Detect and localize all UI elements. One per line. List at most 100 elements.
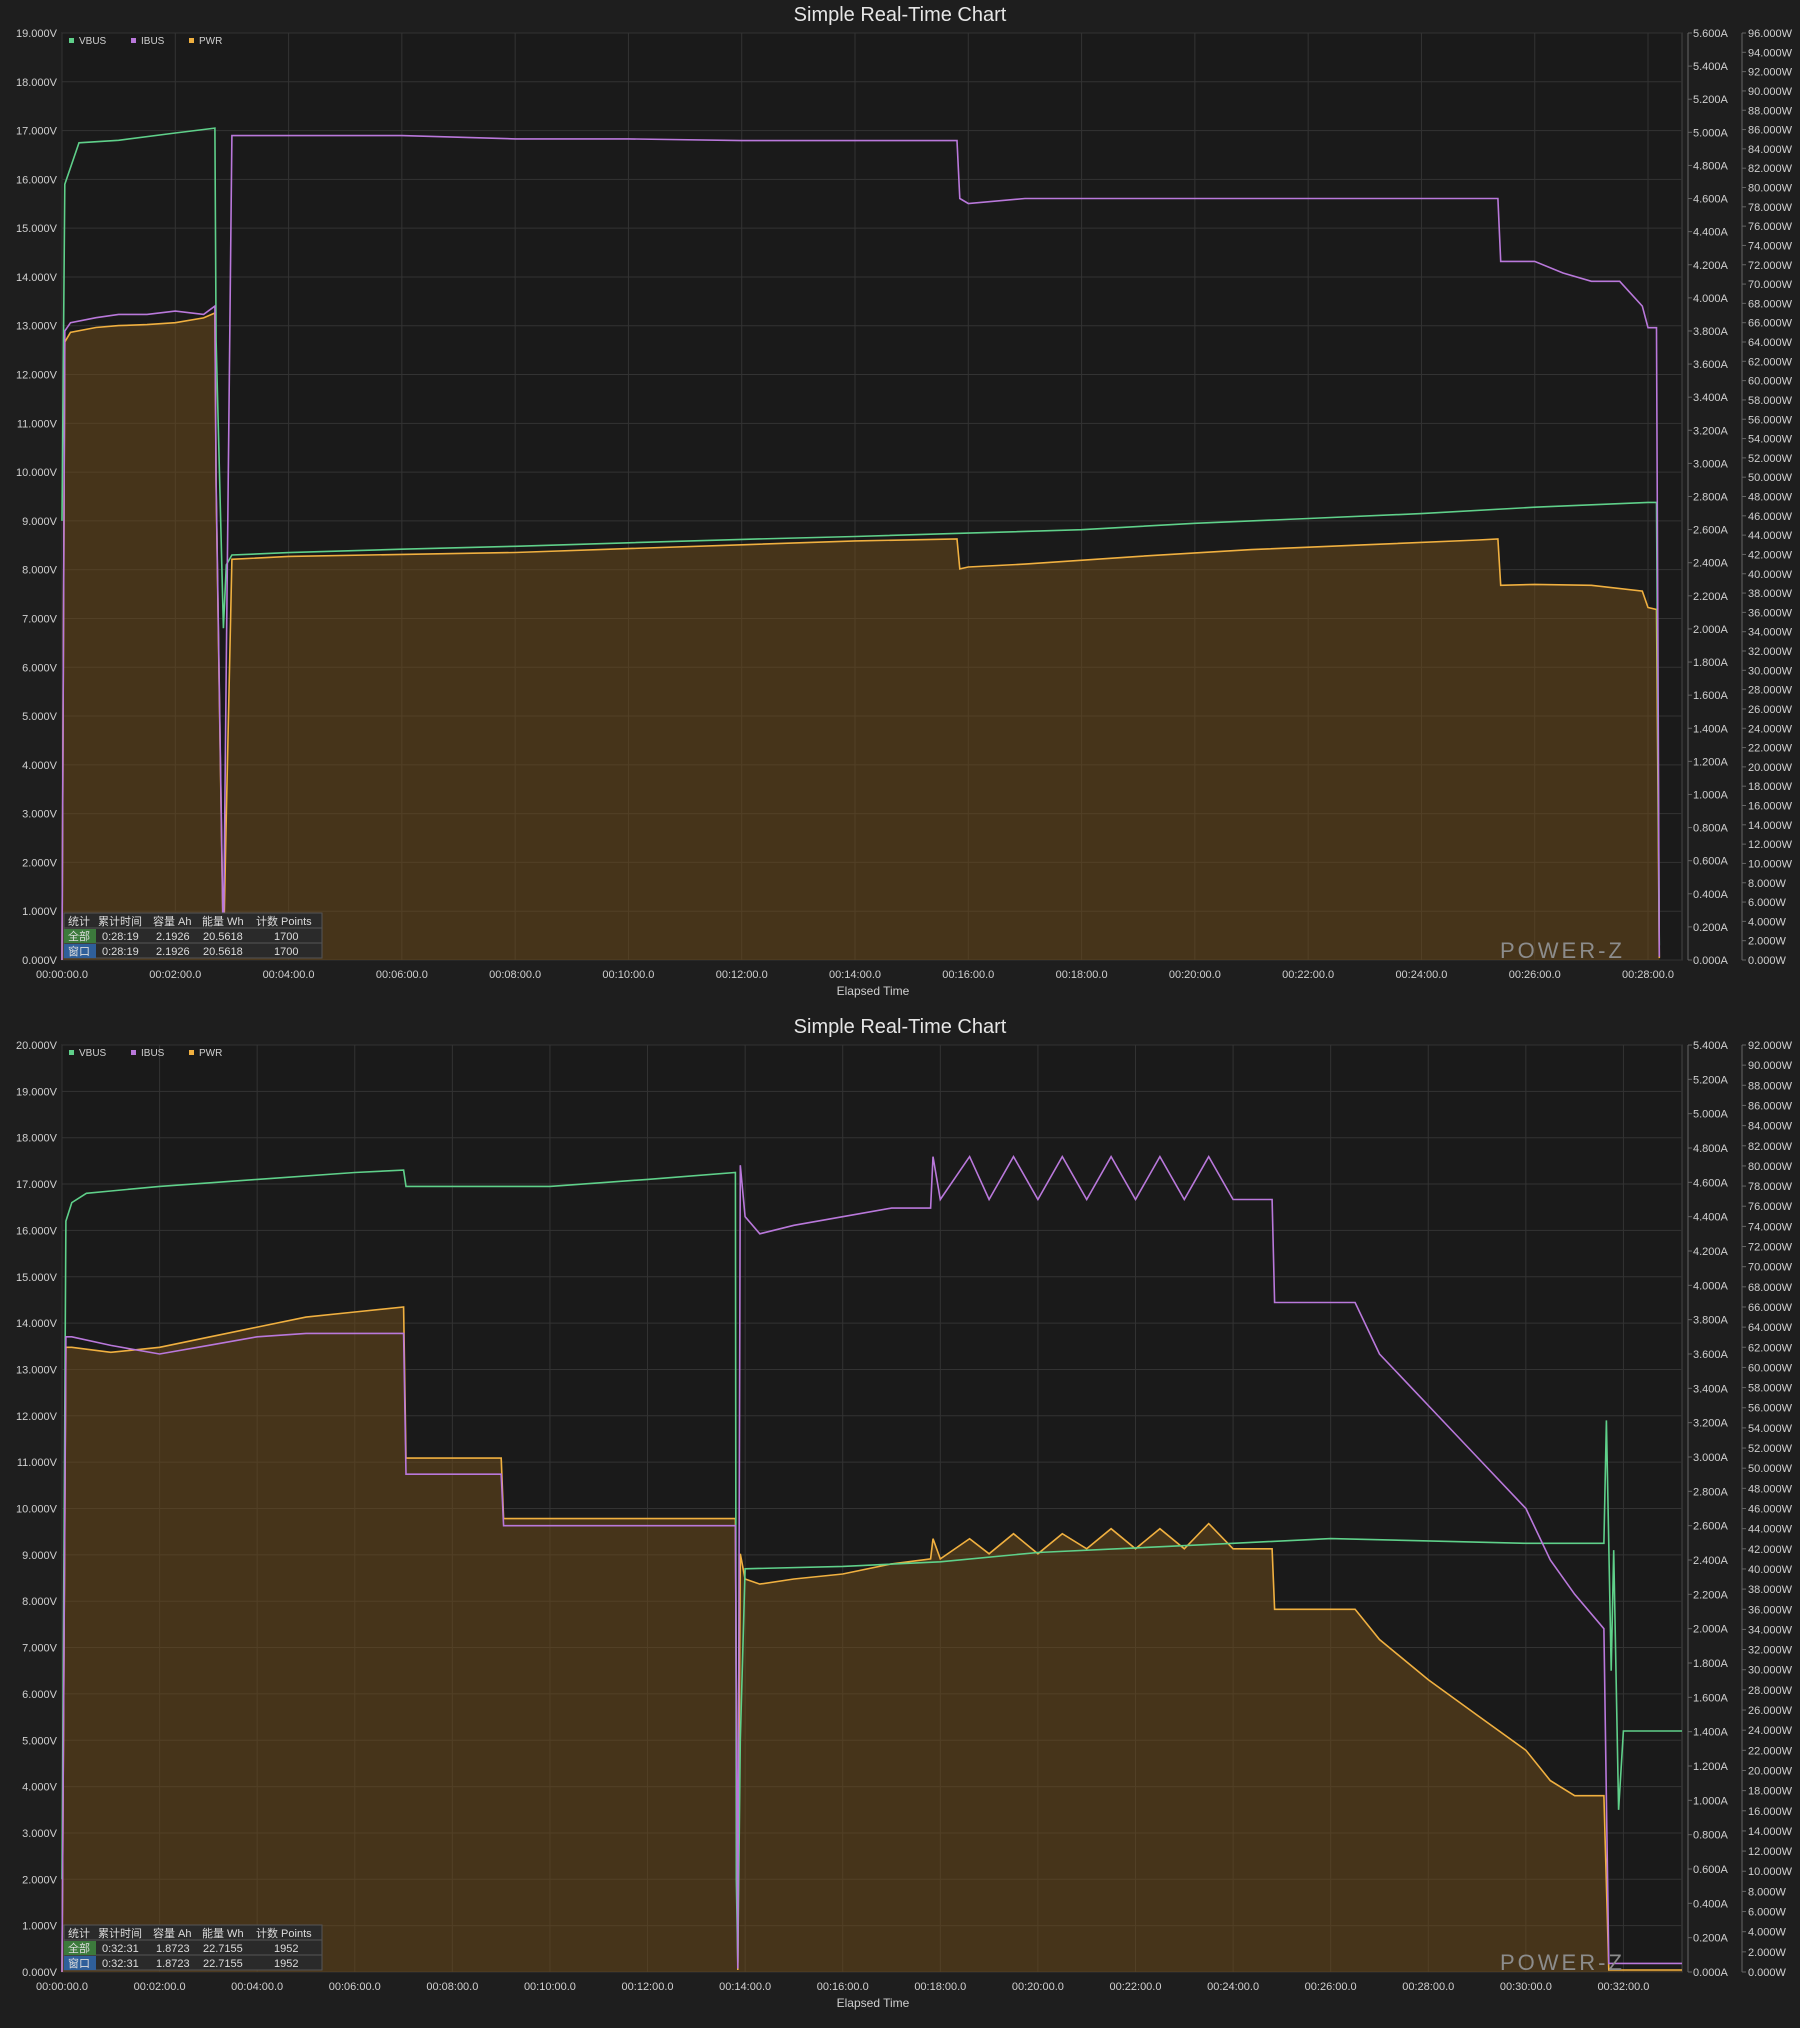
y-tick-label-voltage: 7.000V [22,1643,58,1655]
y-tick-label-power: 68.000W [1748,1282,1793,1294]
y-tick-label-power: 0.000W [1748,955,1787,967]
y-tick-label-current: 0.000A [1693,955,1729,967]
x-tick-label: 00:30:00.0 [1500,1981,1552,1993]
y-tick-label-current: 2.400A [1693,1555,1729,1567]
y-tick-label-power: 20.000W [1748,1765,1793,1777]
y-tick-label-voltage: 2.000V [22,857,58,869]
y-tick-label-current: 0.200A [1693,922,1729,934]
y-tick-label-voltage: 11.000V [17,1457,58,1469]
y-tick-label-voltage: 18.000V [16,77,58,89]
x-tick-label: 00:14:00.0 [719,1981,771,1993]
x-tick-label: 00:16:00.0 [942,969,994,981]
y-tick-label-current: 5.600A [1693,28,1729,40]
y-tick-label-power: 78.000W [1748,202,1793,214]
y-tick-label-current: 3.800A [1693,326,1729,338]
y-tick-label-power: 76.000W [1748,1201,1793,1213]
y-tick-label-power: 10.000W [1748,1866,1793,1878]
y-tick-label-voltage: 16.000V [16,1225,58,1237]
stats-header-1: 累计时间 [98,915,142,928]
y-tick-label-power: 94.000W [1748,47,1793,59]
x-tick-label: 00:00:00.0 [36,1981,88,1993]
x-tick-label: 00:24:00.0 [1207,1981,1259,1993]
y-tick-label-current: 1.000A [1693,1795,1729,1807]
x-tick-label: 00:12:00.0 [716,969,768,981]
stats-row-all-points: 1700 [274,931,298,943]
stats-row-all-ah: 1.8723 [156,1943,190,1955]
y-tick-label-current: 1.600A [1693,1692,1729,1704]
y-tick-label-current: 3.200A [1693,1418,1729,1430]
y-tick-label-power: 54.000W [1748,1423,1793,1435]
x-tick-label: 00:22:00.0 [1109,1981,1161,1993]
y-tick-label-current: 4.400A [1693,1212,1729,1224]
stats-row-window-label: 窗口 [68,944,90,958]
x-tick-label: 00:28:00.0 [1402,1981,1454,1993]
y-tick-label-power: 10.000W [1748,858,1793,870]
x-tick-label: 00:04:00.0 [263,969,315,981]
y-tick-label-power: 0.000W [1748,1967,1787,1979]
stats-row-window-points: 1952 [274,1958,298,1970]
legend: VBUS IBUS PWR [69,1048,222,1059]
y-tick-label-power: 90.000W [1748,1060,1793,1072]
stats-header-2: 容量 Ah [153,914,192,928]
y-tick-label-voltage: 18.000V [16,1133,58,1145]
y-tick-label-power: 2.000W [1748,936,1787,948]
y-tick-label-current: 2.600A [1693,525,1729,537]
y-tick-label-current: 4.400A [1693,227,1729,239]
x-axis-label: Elapsed Time [837,1996,910,2010]
legend-swatch-ibus [131,1050,136,1055]
y-tick-label-voltage: 6.000V [22,662,58,674]
y-tick-label-voltage: 17.000V [16,126,58,138]
legend-swatch-vbus [69,38,74,43]
x-tick-label: 00:04:00.0 [231,1981,283,1993]
y-tick-label-power: 6.000W [1748,1907,1787,1919]
stats-header-0: 统计 [68,1927,90,1940]
y-tick-label-power: 74.000W [1748,1221,1793,1233]
stats-header-3: 能量 Wh [202,914,244,928]
y-tick-label-current: 1.800A [1693,657,1729,669]
y-tick-label-power: 30.000W [1748,665,1793,677]
y-tick-label-power: 60.000W [1748,376,1793,388]
y-tick-label-current: 1.800A [1693,1658,1729,1670]
y-tick-label-current: 0.400A [1693,889,1729,901]
y-tick-label-power: 76.000W [1748,221,1793,233]
y-tick-label-voltage: 15.000V [16,223,58,235]
x-tick-label: 00:26:00.0 [1305,1981,1357,1993]
y-tick-label-power: 26.000W [1748,1705,1793,1717]
y-tick-label-current: 1.200A [1693,1761,1729,1773]
y-tick-label-current: 0.000A [1693,1967,1729,1979]
y-tick-label-current: 5.400A [1693,61,1729,73]
y-tick-label-voltage: 15.000V [16,1272,58,1284]
y-tick-label-power: 88.000W [1748,105,1793,117]
y-tick-label-power: 88.000W [1748,1080,1793,1092]
stats-header-3: 能量 Wh [202,1926,244,1940]
x-tick-label: 00:20:00.0 [1012,1981,1064,1993]
y-tick-label-voltage: 9.000V [22,1550,58,1562]
y-tick-label-voltage: 9.000V [22,516,58,528]
y-tick-label-power: 78.000W [1748,1181,1793,1193]
y-tick-label-current: 2.000A [1693,624,1729,636]
y-tick-label-power: 66.000W [1748,1302,1793,1314]
legend-swatch-ibus [131,38,136,43]
stats-row-all-time: 0:28:19 [102,931,139,943]
stats-row-all-wh: 22.7155 [203,1943,243,1955]
y-tick-label-power: 14.000W [1748,1826,1793,1838]
y-tick-label-power: 50.000W [1748,1463,1793,1475]
y-tick-label-power: 38.000W [1748,588,1793,600]
y-tick-label-power: 8.000W [1748,1886,1787,1898]
y-tick-label-power: 40.000W [1748,1564,1793,1576]
y-tick-label-current: 3.600A [1693,1349,1729,1361]
y-tick-label-current: 3.400A [1693,1383,1729,1395]
y-tick-label-current: 0.600A [1693,1864,1729,1876]
y-tick-label-power: 16.000W [1748,801,1793,813]
x-tick-label: 00:10:00.0 [602,969,654,981]
y-tick-label-power: 52.000W [1748,453,1793,465]
y-tick-label-power: 56.000W [1748,414,1793,426]
y-tick-label-power: 72.000W [1748,1242,1793,1254]
y-tick-label-power: 46.000W [1748,1504,1793,1516]
legend-vbus: VBUS [79,36,107,47]
y-tick-label-current: 3.200A [1693,425,1729,437]
stats-row-window-ah: 2.1926 [156,946,190,958]
y-tick-label-power: 86.000W [1748,1100,1793,1112]
y-tick-label-power: 68.000W [1748,298,1793,310]
y-tick-label-power: 8.000W [1748,878,1787,890]
